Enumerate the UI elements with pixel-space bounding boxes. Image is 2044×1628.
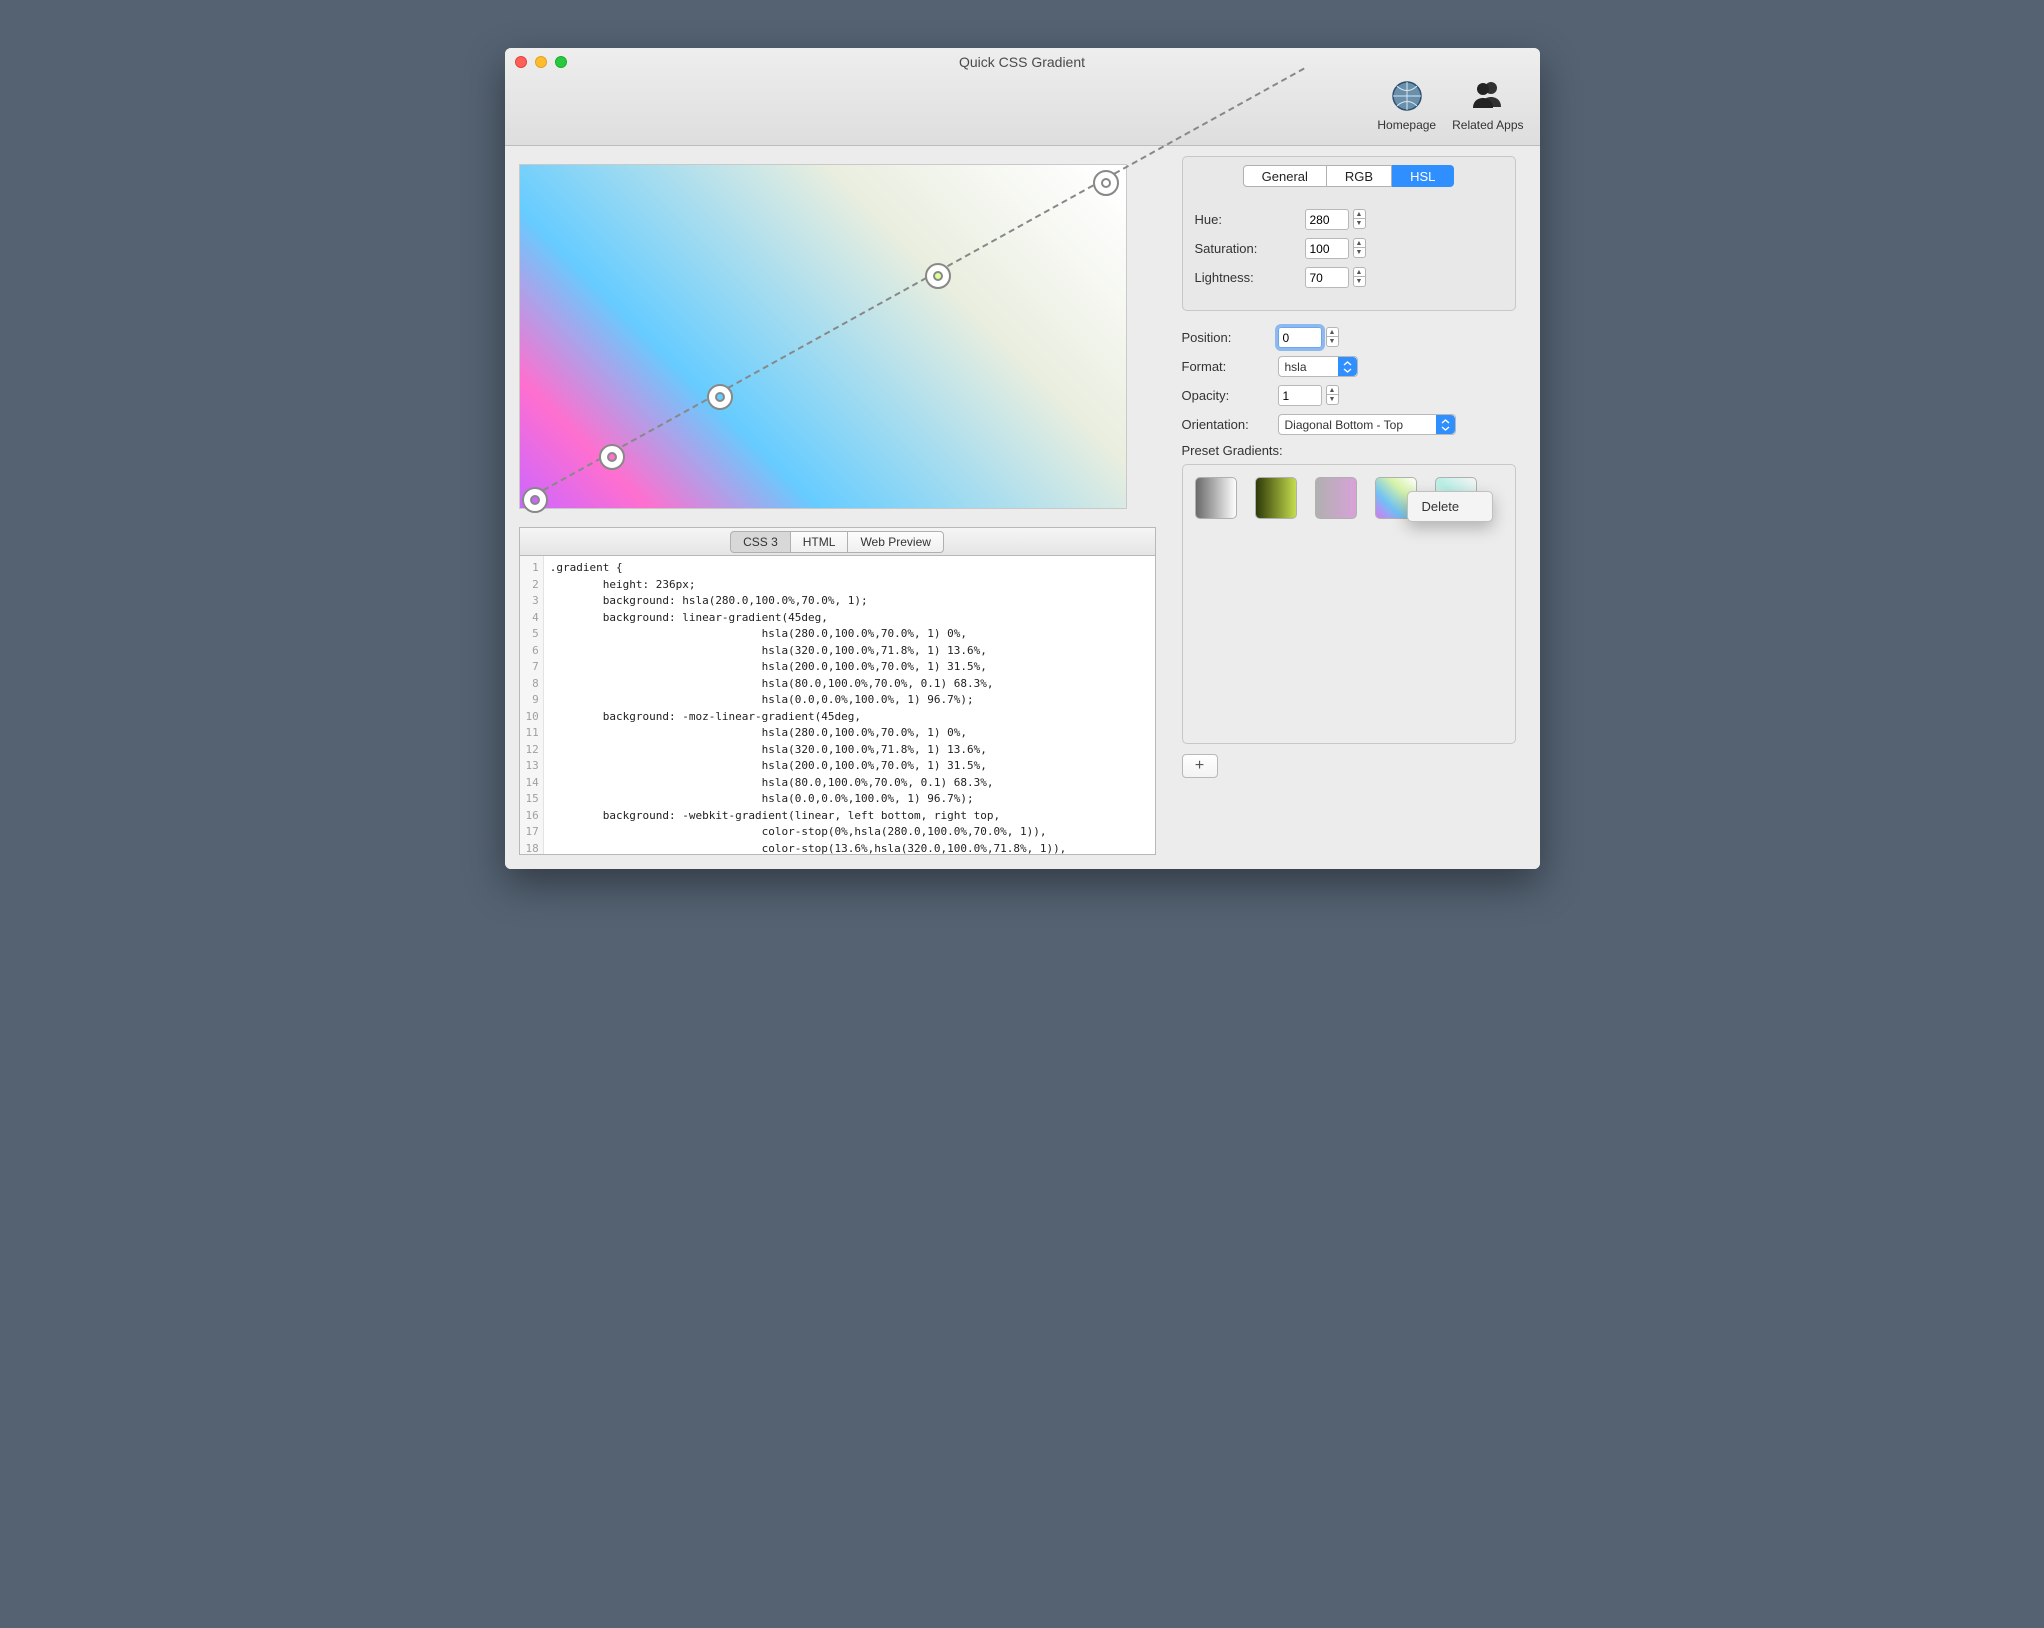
lightness-step-up[interactable]: ▲ (1353, 267, 1366, 277)
people-icon (1470, 78, 1506, 114)
tab-html[interactable]: HTML (791, 531, 849, 553)
lightness-label: Lightness: (1195, 270, 1279, 285)
code-editor[interactable]: 1 2 3 4 5 6 7 8 9 10 11 12 13 14 15 16 1… (519, 555, 1156, 855)
tab-web-preview[interactable]: Web Preview (848, 531, 943, 553)
opacity-input[interactable] (1278, 385, 1322, 406)
preset-swatch-1[interactable] (1195, 477, 1237, 519)
titlebar: Quick CSS Gradient Homepage Related Apps (505, 48, 1540, 146)
position-step-up[interactable]: ▲ (1326, 327, 1339, 337)
lightness-input[interactable] (1305, 267, 1349, 288)
gradient-stop-0[interactable] (522, 487, 548, 513)
related-apps-button[interactable]: Related Apps (1452, 78, 1523, 132)
orientation-select[interactable]: Diagonal Bottom - Top (1278, 414, 1456, 435)
saturation-input[interactable] (1305, 238, 1349, 259)
context-menu-delete[interactable]: Delete (1408, 496, 1492, 517)
gradient-stop-1[interactable] (599, 444, 625, 470)
gradient-stop-4[interactable] (1093, 170, 1119, 196)
format-label: Format: (1182, 359, 1272, 374)
context-menu: Delete (1407, 491, 1493, 522)
code-content[interactable]: .gradient { height: 236px; background: h… (544, 556, 1155, 854)
hue-label: Hue: (1195, 212, 1279, 227)
opacity-label: Opacity: (1182, 388, 1272, 403)
preset-swatch-3[interactable] (1315, 477, 1357, 519)
plus-icon: + (1195, 757, 1204, 775)
saturation-label: Saturation: (1195, 241, 1279, 256)
lightness-step-down[interactable]: ▼ (1353, 277, 1366, 287)
format-select[interactable]: hsla (1278, 356, 1358, 377)
presets-label: Preset Gradients: (1182, 443, 1516, 458)
orientation-value: Diagonal Bottom - Top (1285, 418, 1404, 432)
tab-css3[interactable]: CSS 3 (730, 531, 791, 553)
add-preset-button[interactable]: + (1182, 754, 1218, 778)
gradient-stop-2[interactable] (707, 384, 733, 410)
preset-panel: Delete (1182, 464, 1516, 744)
position-label: Position: (1182, 330, 1272, 345)
color-mode-tabs: General RGB HSL (1183, 157, 1515, 197)
saturation-step-up[interactable]: ▲ (1353, 238, 1366, 248)
hue-step-down[interactable]: ▼ (1353, 219, 1366, 229)
position-step-down[interactable]: ▼ (1326, 337, 1339, 347)
hue-step-up[interactable]: ▲ (1353, 209, 1366, 219)
gradient-stop-3[interactable] (925, 263, 951, 289)
chevron-updown-icon (1338, 357, 1357, 376)
format-value: hsla (1285, 360, 1307, 374)
opacity-step-down[interactable]: ▼ (1326, 395, 1339, 405)
app-window: Quick CSS Gradient Homepage Related Apps (505, 48, 1540, 869)
opacity-step-up[interactable]: ▲ (1326, 385, 1339, 395)
code-tabs: CSS 3 HTML Web Preview (519, 527, 1156, 555)
globe-icon (1389, 78, 1425, 114)
related-apps-label: Related Apps (1452, 118, 1523, 132)
chevron-updown-icon (1436, 415, 1455, 434)
gradient-preview[interactable] (519, 164, 1127, 509)
window-title: Quick CSS Gradient (505, 54, 1540, 70)
tab-general[interactable]: General (1243, 165, 1327, 187)
code-gutter: 1 2 3 4 5 6 7 8 9 10 11 12 13 14 15 16 1… (520, 556, 544, 854)
tab-hsl[interactable]: HSL (1392, 165, 1454, 187)
homepage-label: Homepage (1377, 118, 1436, 132)
hue-input[interactable] (1305, 209, 1349, 230)
orientation-label: Orientation: (1182, 417, 1272, 432)
saturation-step-down[interactable]: ▼ (1353, 248, 1366, 258)
tab-rgb[interactable]: RGB (1327, 165, 1392, 187)
position-input[interactable] (1278, 327, 1322, 348)
preset-swatch-2[interactable] (1255, 477, 1297, 519)
color-panel: General RGB HSL Hue: ▲▼ Saturation: (1182, 156, 1516, 311)
homepage-button[interactable]: Homepage (1377, 78, 1436, 132)
